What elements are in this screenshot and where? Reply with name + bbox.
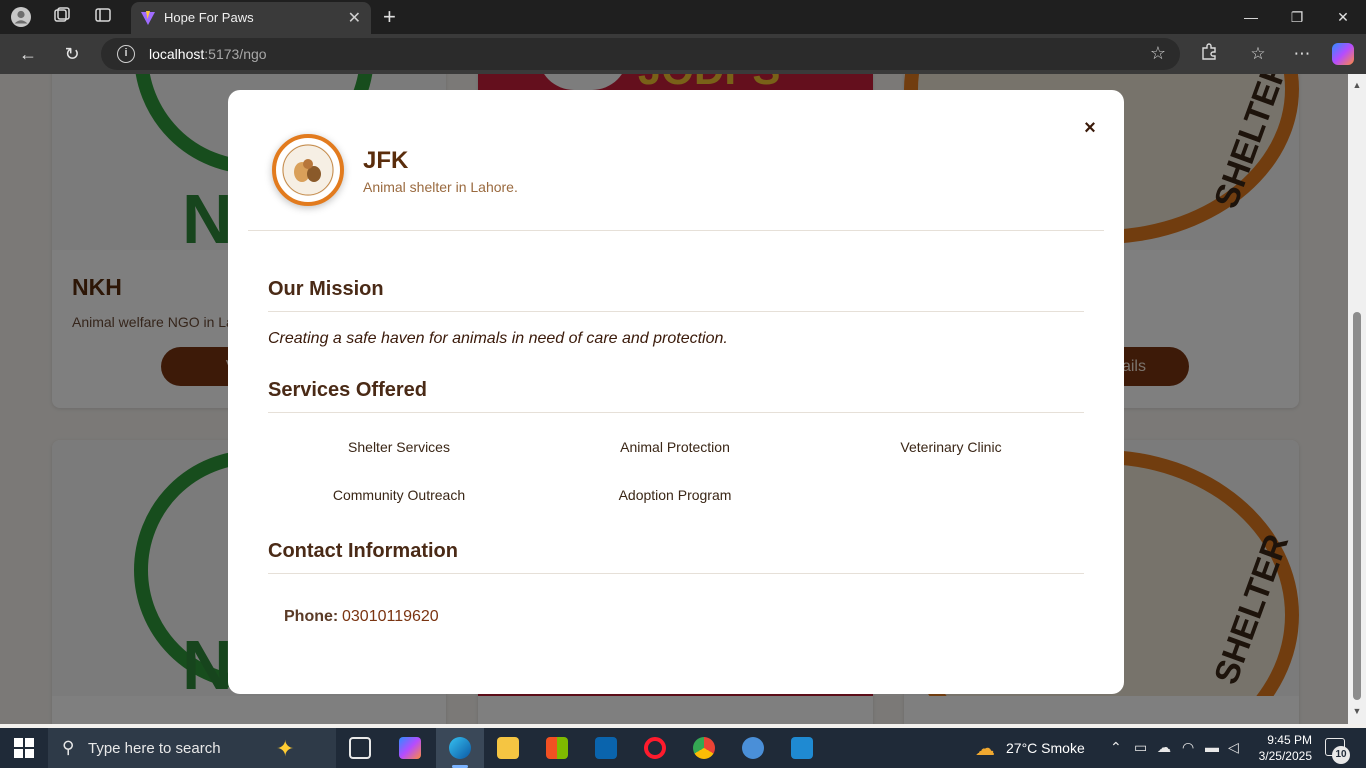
outlook-icon[interactable] xyxy=(582,728,630,768)
scroll-up-icon[interactable]: ▲ xyxy=(1352,80,1362,90)
url-host: localhost xyxy=(149,46,205,62)
weather-text[interactable]: 27°C Smoke xyxy=(1006,740,1085,756)
reload-button[interactable]: ↻ xyxy=(60,42,84,66)
mission-text: Creating a safe haven for animals in nee… xyxy=(268,330,728,347)
tab-close-icon[interactable]: ✕ xyxy=(348,8,361,28)
ngo-logo xyxy=(272,134,344,206)
phone-label: Phone: xyxy=(284,608,339,625)
page-scrollbar[interactable]: ▲ ▼ xyxy=(1348,74,1366,724)
url-text[interactable]: localhost:5173/ngo xyxy=(149,46,267,62)
search-highlight-icon: ✦ xyxy=(276,736,295,761)
qbittorrent-icon[interactable] xyxy=(729,728,777,768)
task-view-icon[interactable] xyxy=(336,728,384,768)
header-divider xyxy=(248,230,1104,231)
new-tab-button[interactable]: + xyxy=(383,4,396,30)
windows-start-icon[interactable] xyxy=(14,738,34,758)
ngo-logo-image xyxy=(282,144,334,196)
show-hidden-icons-icon[interactable]: ⌃ xyxy=(1110,739,1122,756)
notification-count-badge: 10 xyxy=(1332,746,1350,764)
service-item: Community Outreach xyxy=(332,487,466,503)
minimize-button[interactable]: — xyxy=(1228,5,1274,29)
close-window-button[interactable]: ✕ xyxy=(1320,5,1366,29)
copilot-app-icon[interactable] xyxy=(386,728,434,768)
windows-taskbar: ⚲ Type here to search ✦ ☁ 27°C Smoke ⌃ ▭… xyxy=(0,728,1366,768)
copilot-icon[interactable] xyxy=(1332,43,1354,65)
favorite-star-icon[interactable]: ☆ xyxy=(1150,43,1166,64)
vertical-tabs-icon[interactable] xyxy=(92,6,114,28)
search-placeholder: Type here to search xyxy=(88,740,221,757)
extensions-icon[interactable] xyxy=(1197,42,1221,66)
ngo-details-modal: × JFK Animal shelter in Lahore. Our Miss… xyxy=(228,90,1124,694)
restore-button[interactable]: ❐ xyxy=(1274,5,1320,29)
edge-app-icon[interactable] xyxy=(436,728,484,768)
section-divider xyxy=(268,412,1084,413)
battery-icon[interactable]: ▬ xyxy=(1205,739,1219,755)
service-item: Shelter Services xyxy=(348,439,450,455)
opera-icon[interactable] xyxy=(631,728,679,768)
mission-heading: Our Mission xyxy=(268,278,384,300)
back-button[interactable]: ← xyxy=(16,42,40,66)
address-bar[interactable]: i localhost:5173/ngo ☆ xyxy=(101,38,1180,70)
tab-hope-for-paws[interactable]: Hope For Paws ✕ xyxy=(131,2,371,34)
chrome-icon[interactable] xyxy=(680,728,728,768)
tab-title: Hope For Paws xyxy=(164,10,254,25)
ngo-name: JFK xyxy=(363,147,409,174)
ngo-tagline: Animal shelter in Lahore. xyxy=(363,179,518,195)
meet-now-icon[interactable]: ▭ xyxy=(1134,739,1147,756)
weather-icon[interactable]: ☁ xyxy=(975,736,995,761)
services-heading: Services Offered xyxy=(268,379,427,401)
workspaces-icon[interactable] xyxy=(51,6,73,28)
search-icon: ⚲ xyxy=(62,738,75,757)
service-item: Adoption Program xyxy=(618,487,732,503)
service-item: Veterinary Clinic xyxy=(900,439,1002,455)
vscode-icon[interactable] xyxy=(778,728,826,768)
phone-value[interactable]: 03010119620 xyxy=(342,608,439,626)
vite-favicon-icon xyxy=(141,11,155,25)
site-info-icon[interactable]: i xyxy=(117,45,135,63)
url-path: :5173/ngo xyxy=(204,46,267,62)
more-menu-icon[interactable]: ⋯ xyxy=(1290,42,1314,66)
system-clock[interactable]: 9:45 PM 3/25/2025 xyxy=(1250,732,1312,764)
modal-close-button[interactable]: × xyxy=(1080,118,1100,138)
browser-titlebar: Hope For Paws ✕ + — ❐ ✕ xyxy=(0,0,1366,34)
scroll-down-icon[interactable]: ▼ xyxy=(1352,706,1362,716)
taskbar-search[interactable]: ⚲ Type here to search ✦ xyxy=(48,728,336,768)
wifi-icon[interactable]: ◠ xyxy=(1182,739,1194,756)
profile-icon[interactable] xyxy=(10,6,32,28)
section-divider xyxy=(268,311,1084,312)
section-divider xyxy=(268,573,1084,574)
file-explorer-icon[interactable] xyxy=(484,728,532,768)
scrollbar-thumb[interactable] xyxy=(1353,312,1361,700)
volume-icon[interactable]: ◁ xyxy=(1228,739,1239,756)
onedrive-icon[interactable]: ☁ xyxy=(1157,739,1171,756)
clock-date: 3/25/2025 xyxy=(1258,749,1312,763)
address-bar-row: ← ↻ i localhost:5173/ngo ☆ ☆ ⋯ xyxy=(0,34,1366,74)
contact-heading: Contact Information xyxy=(268,540,458,562)
favorites-icon[interactable]: ☆ xyxy=(1246,42,1270,66)
service-item: Animal Protection xyxy=(620,439,730,455)
microsoft-store-icon[interactable] xyxy=(533,728,581,768)
clock-time: 9:45 PM xyxy=(1267,733,1312,747)
